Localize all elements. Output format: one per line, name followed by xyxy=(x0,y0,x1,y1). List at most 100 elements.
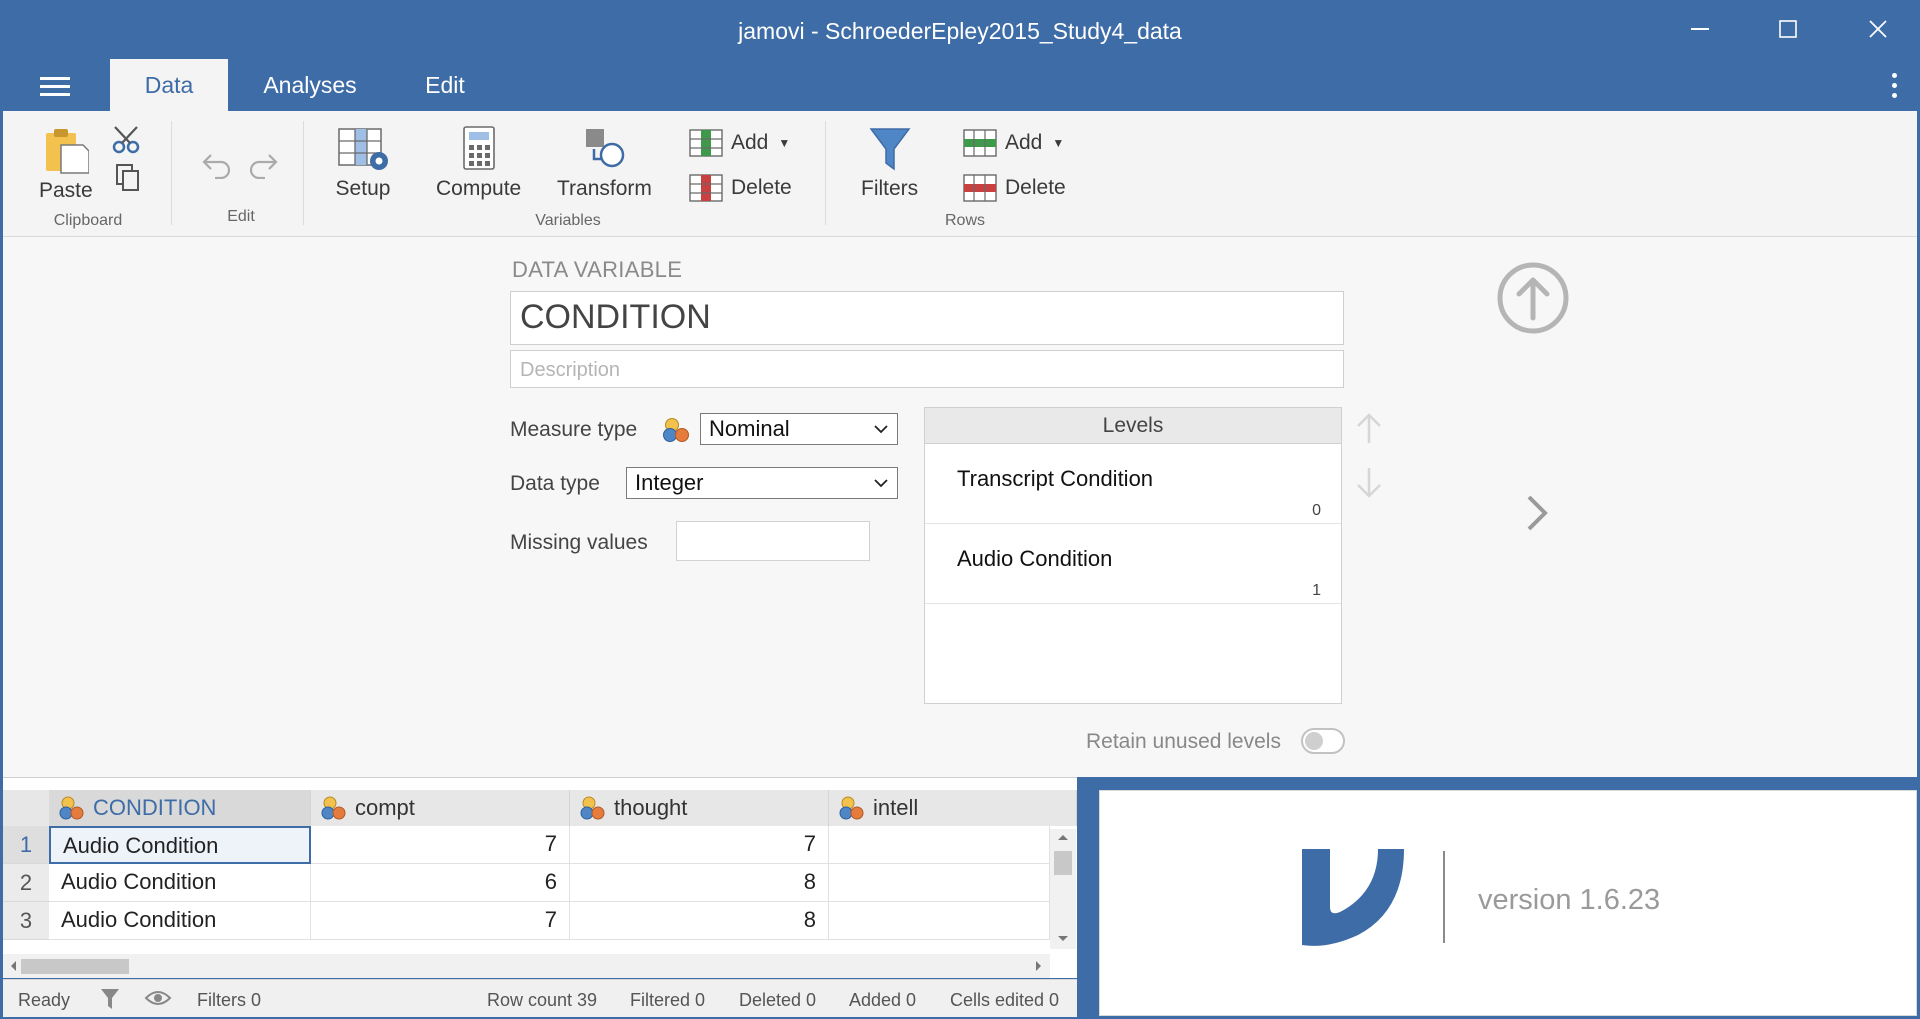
variable-editor: DATA VARIABLE CONDITION Description Meas… xyxy=(3,237,1917,777)
maximize-button[interactable] xyxy=(1768,12,1808,46)
version-label: version 1.6.23 xyxy=(1478,884,1661,916)
measure-type-select[interactable]: Nominal xyxy=(700,413,898,445)
tab-edit[interactable]: Edit xyxy=(400,59,490,111)
scroll-thumb[interactable] xyxy=(21,959,129,974)
paste-button[interactable]: Paste xyxy=(39,127,93,203)
missing-values-label: Missing values xyxy=(510,531,648,554)
table-cell[interactable]: Audio Condition xyxy=(49,826,311,864)
table-cell[interactable]: 7 xyxy=(570,826,829,864)
section-label: DATA VARIABLE xyxy=(512,257,683,282)
table-cell[interactable]: 8 xyxy=(570,902,829,940)
description-input[interactable]: Description xyxy=(510,350,1344,388)
levels-panel: Levels Transcript Condition 0 Audio Cond… xyxy=(924,407,1342,704)
row-number[interactable]: 1 xyxy=(3,826,49,864)
add-variable-button[interactable]: Add ▼ xyxy=(689,129,790,157)
redo-icon[interactable] xyxy=(247,149,279,184)
table-cell[interactable] xyxy=(829,826,1050,864)
cut-icon[interactable] xyxy=(111,125,141,160)
tab-data[interactable]: Data xyxy=(110,59,228,111)
undo-icon[interactable] xyxy=(201,149,233,184)
paste-icon xyxy=(45,129,89,174)
levels-header: Levels xyxy=(925,408,1341,444)
missing-values-input[interactable] xyxy=(676,521,870,561)
next-variable-chevron-icon[interactable] xyxy=(1521,493,1551,533)
chevron-down-icon xyxy=(874,479,888,488)
setup-icon xyxy=(338,128,388,170)
tab-analyses[interactable]: Analyses xyxy=(250,59,370,111)
scroll-left-icon[interactable] xyxy=(9,960,17,972)
delete-variable-button[interactable]: Delete xyxy=(689,174,792,202)
transform-button[interactable]: Transform xyxy=(557,125,652,201)
results-panel: version 1.6.23 xyxy=(1099,790,1917,1016)
setup-button[interactable]: Setup xyxy=(335,125,391,201)
scroll-right-icon[interactable] xyxy=(1035,960,1043,972)
table-cell[interactable]: 6 xyxy=(311,864,570,902)
column-header[interactable]: CONDITION xyxy=(49,790,311,826)
more-options-icon[interactable] xyxy=(1892,73,1898,103)
delete-row-icon xyxy=(963,174,997,202)
row-number[interactable]: 2 xyxy=(3,864,49,902)
nominal-icon xyxy=(663,418,689,442)
retain-unused-toggle[interactable] xyxy=(1301,728,1345,754)
close-button[interactable] xyxy=(1858,12,1898,46)
transform-icon xyxy=(586,129,625,168)
column-header[interactable]: compt xyxy=(311,790,570,826)
divider xyxy=(1443,851,1445,943)
variable-name-input[interactable]: CONDITION xyxy=(510,291,1344,345)
grid-corner xyxy=(3,790,49,826)
rows-group-label: Rows xyxy=(944,212,985,229)
status-row-count: Row count 39 xyxy=(487,990,598,1010)
eye-icon[interactable] xyxy=(144,989,172,1007)
close-icon xyxy=(1869,20,1887,38)
nominal-icon xyxy=(839,796,864,820)
table-cell[interactable]: 7 xyxy=(311,826,570,864)
menu-icon[interactable] xyxy=(40,77,70,97)
level-value: 1 xyxy=(1312,582,1321,599)
scroll-thumb[interactable] xyxy=(1054,851,1072,875)
level-item[interactable]: Transcript Condition 0 xyxy=(925,444,1341,524)
nominal-icon xyxy=(321,796,346,820)
move-level-up-icon[interactable] xyxy=(1353,412,1385,446)
horizontal-scrollbar[interactable] xyxy=(3,954,1050,978)
window-title: jamovi - SchroederEpley2015_Study4_data xyxy=(738,18,1182,44)
table-cell[interactable] xyxy=(829,864,1050,902)
minimize-button[interactable] xyxy=(1680,12,1720,46)
maximize-icon xyxy=(1779,20,1797,38)
table-cell[interactable]: Audio Condition xyxy=(49,864,311,902)
ribbon-separator xyxy=(303,121,304,225)
chevron-down-icon xyxy=(874,425,888,434)
add-row-button[interactable]: Add ▼ xyxy=(963,129,1064,157)
data-grid: CONDITION compt thought intell 1 Audio C… xyxy=(3,777,1077,978)
copy-icon[interactable] xyxy=(115,163,141,198)
table-cell[interactable] xyxy=(829,902,1050,940)
row-number[interactable]: 3 xyxy=(3,902,49,940)
scroll-down-icon[interactable] xyxy=(1057,935,1069,943)
calculator-icon xyxy=(462,126,495,170)
vertical-scrollbar[interactable] xyxy=(1050,829,1076,949)
status-bar: Ready Filters 0 Row count 39 Filtered 0 … xyxy=(3,979,1077,1017)
nominal-icon xyxy=(580,796,605,820)
filter-icon xyxy=(869,128,911,171)
retain-unused-label: Retain unused levels xyxy=(1086,730,1281,753)
clipboard-group-label: Clipboard xyxy=(53,212,123,229)
column-header[interactable]: intell xyxy=(829,790,1077,826)
status-cells-edited: Cells edited 0 xyxy=(950,990,1060,1010)
level-item[interactable]: Audio Condition 1 xyxy=(925,524,1341,604)
filter-icon[interactable] xyxy=(99,987,121,1011)
table-cell[interactable]: 8 xyxy=(570,864,829,902)
chevron-down-icon: ▼ xyxy=(1052,136,1065,150)
table-cell[interactable]: Audio Condition xyxy=(49,902,311,940)
column-header[interactable]: thought xyxy=(570,790,829,826)
filters-button[interactable]: Filters xyxy=(861,125,918,201)
delete-column-icon xyxy=(689,174,723,202)
data-type-select[interactable]: Integer xyxy=(626,467,898,499)
level-value: 0 xyxy=(1312,502,1321,519)
close-editor-up-icon[interactable] xyxy=(1495,260,1571,336)
move-level-down-icon[interactable] xyxy=(1353,465,1385,499)
tab-bar: Data Analyses Edit xyxy=(0,59,1920,111)
compute-button[interactable]: Compute xyxy=(436,125,521,201)
data-type-label: Data type xyxy=(510,472,600,495)
scroll-up-icon[interactable] xyxy=(1057,833,1069,841)
delete-row-button[interactable]: Delete xyxy=(963,174,1066,202)
table-cell[interactable]: 7 xyxy=(311,902,570,940)
